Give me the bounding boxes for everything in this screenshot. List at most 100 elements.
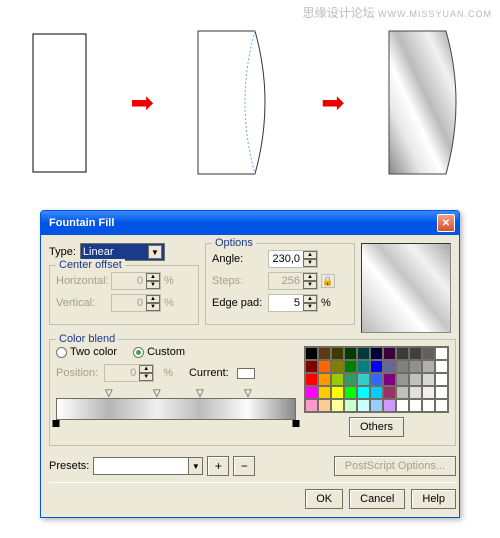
palette-swatch[interactable]	[383, 360, 396, 373]
palette-swatch[interactable]	[318, 386, 331, 399]
angle-spinner[interactable]: 230,0▲▼	[268, 250, 318, 268]
palette-swatch[interactable]	[318, 373, 331, 386]
gradient-editor[interactable]: ▽ ▽ ▽ ▽	[56, 388, 296, 420]
palette-swatch[interactable]	[383, 373, 396, 386]
gradient-marker-icon[interactable]: ▽	[244, 388, 252, 399]
palette-swatch[interactable]	[435, 399, 448, 412]
palette-swatch[interactable]	[435, 373, 448, 386]
edgepad-value: 5	[269, 297, 303, 309]
steps-spinner: 256▲▼	[268, 272, 318, 290]
center-offset-legend: Center offset	[56, 259, 125, 271]
two-color-radio[interactable]: Two color	[56, 346, 117, 358]
palette-swatch[interactable]	[409, 386, 422, 399]
palette-swatch[interactable]	[422, 399, 435, 412]
palette-swatch[interactable]	[396, 347, 409, 360]
color-palette[interactable]	[304, 346, 449, 413]
steps-label: Steps:	[212, 275, 268, 287]
palette-swatch[interactable]	[357, 360, 370, 373]
palette-swatch[interactable]	[435, 347, 448, 360]
fountain-fill-dialog: Fountain Fill ✕ Type: Linear ▼ Center of…	[40, 210, 460, 518]
gradient-marker-icon[interactable]: ▽	[105, 388, 113, 399]
palette-swatch[interactable]	[396, 373, 409, 386]
palette-swatch[interactable]	[383, 399, 396, 412]
palette-swatch[interactable]	[331, 386, 344, 399]
gradient-endpoint-icon[interactable]	[53, 420, 60, 427]
horizontal-spinner: 0▲▼	[111, 272, 161, 290]
palette-swatch[interactable]	[318, 347, 331, 360]
palette-swatch[interactable]	[344, 399, 357, 412]
cancel-button[interactable]: Cancel	[349, 489, 405, 509]
palette-swatch[interactable]	[305, 399, 318, 412]
close-icon: ✕	[442, 218, 450, 229]
palette-swatch[interactable]	[396, 399, 409, 412]
palette-swatch[interactable]	[383, 347, 396, 360]
palette-swatch[interactable]	[409, 373, 422, 386]
palette-swatch[interactable]	[344, 360, 357, 373]
palette-swatch[interactable]	[422, 360, 435, 373]
palette-swatch[interactable]	[370, 360, 383, 373]
gradient-marker-icon[interactable]: ▽	[153, 388, 161, 399]
plus-icon: +	[215, 459, 222, 473]
palette-swatch[interactable]	[422, 347, 435, 360]
others-button[interactable]: Others	[349, 417, 404, 437]
palette-swatch[interactable]	[435, 360, 448, 373]
ok-button[interactable]: OK	[305, 489, 343, 509]
remove-preset-button[interactable]: −	[233, 456, 255, 476]
palette-swatch[interactable]	[331, 373, 344, 386]
palette-swatch[interactable]	[370, 399, 383, 412]
palette-swatch[interactable]	[305, 347, 318, 360]
palette-swatch[interactable]	[370, 386, 383, 399]
palette-swatch[interactable]	[357, 347, 370, 360]
palette-swatch[interactable]	[409, 347, 422, 360]
palette-swatch[interactable]	[305, 386, 318, 399]
palette-swatch[interactable]	[344, 386, 357, 399]
add-preset-button[interactable]: +	[207, 456, 229, 476]
palette-swatch[interactable]	[370, 373, 383, 386]
palette-swatch[interactable]	[344, 347, 357, 360]
options-legend: Options	[212, 237, 256, 249]
edgepad-spinner[interactable]: 5▲▼	[268, 294, 318, 312]
palette-swatch[interactable]	[422, 373, 435, 386]
palette-swatch[interactable]	[396, 360, 409, 373]
watermark-text: 思缘设计论坛	[303, 6, 375, 20]
palette-swatch[interactable]	[331, 347, 344, 360]
watermark-url: WWW.MISSYUAN.COM	[378, 9, 492, 19]
gradient-bar[interactable]	[56, 398, 296, 420]
palette-swatch[interactable]	[422, 386, 435, 399]
palette-swatch[interactable]	[305, 373, 318, 386]
palette-swatch[interactable]	[331, 399, 344, 412]
center-offset-group: Center offset Horizontal: 0▲▼ % Vertical…	[49, 265, 199, 325]
shape-rectangle	[32, 33, 87, 173]
palette-swatch[interactable]	[409, 360, 422, 373]
chevron-down-icon: ▼	[188, 458, 202, 474]
palette-swatch[interactable]	[357, 386, 370, 399]
minus-icon: −	[241, 459, 248, 473]
vertical-spinner: 0▲▼	[111, 294, 161, 312]
palette-swatch[interactable]	[344, 373, 357, 386]
palette-swatch[interactable]	[435, 386, 448, 399]
palette-swatch[interactable]	[331, 360, 344, 373]
lock-icon[interactable]: 🔒	[321, 274, 335, 288]
gradient-preview[interactable]	[361, 243, 451, 333]
palette-swatch[interactable]	[305, 360, 318, 373]
palette-swatch[interactable]	[396, 386, 409, 399]
palette-swatch[interactable]	[383, 386, 396, 399]
shape-gradient	[388, 30, 468, 175]
gradient-endpoint-icon[interactable]	[293, 420, 300, 427]
titlebar[interactable]: Fountain Fill ✕	[41, 211, 459, 235]
gradient-marker-icon[interactable]: ▽	[196, 388, 204, 399]
custom-radio[interactable]: Custom	[133, 346, 185, 358]
angle-label: Angle:	[212, 253, 268, 265]
palette-swatch[interactable]	[357, 399, 370, 412]
palette-swatch[interactable]	[357, 373, 370, 386]
presets-label: Presets:	[49, 460, 89, 472]
current-swatch[interactable]	[237, 368, 255, 379]
close-button[interactable]: ✕	[437, 214, 455, 232]
palette-swatch[interactable]	[318, 399, 331, 412]
palette-swatch[interactable]	[318, 360, 331, 373]
palette-swatch[interactable]	[370, 347, 383, 360]
custom-label: Custom	[147, 346, 185, 358]
help-button[interactable]: Help	[411, 489, 456, 509]
palette-swatch[interactable]	[409, 399, 422, 412]
presets-select[interactable]: ▼	[93, 457, 203, 475]
